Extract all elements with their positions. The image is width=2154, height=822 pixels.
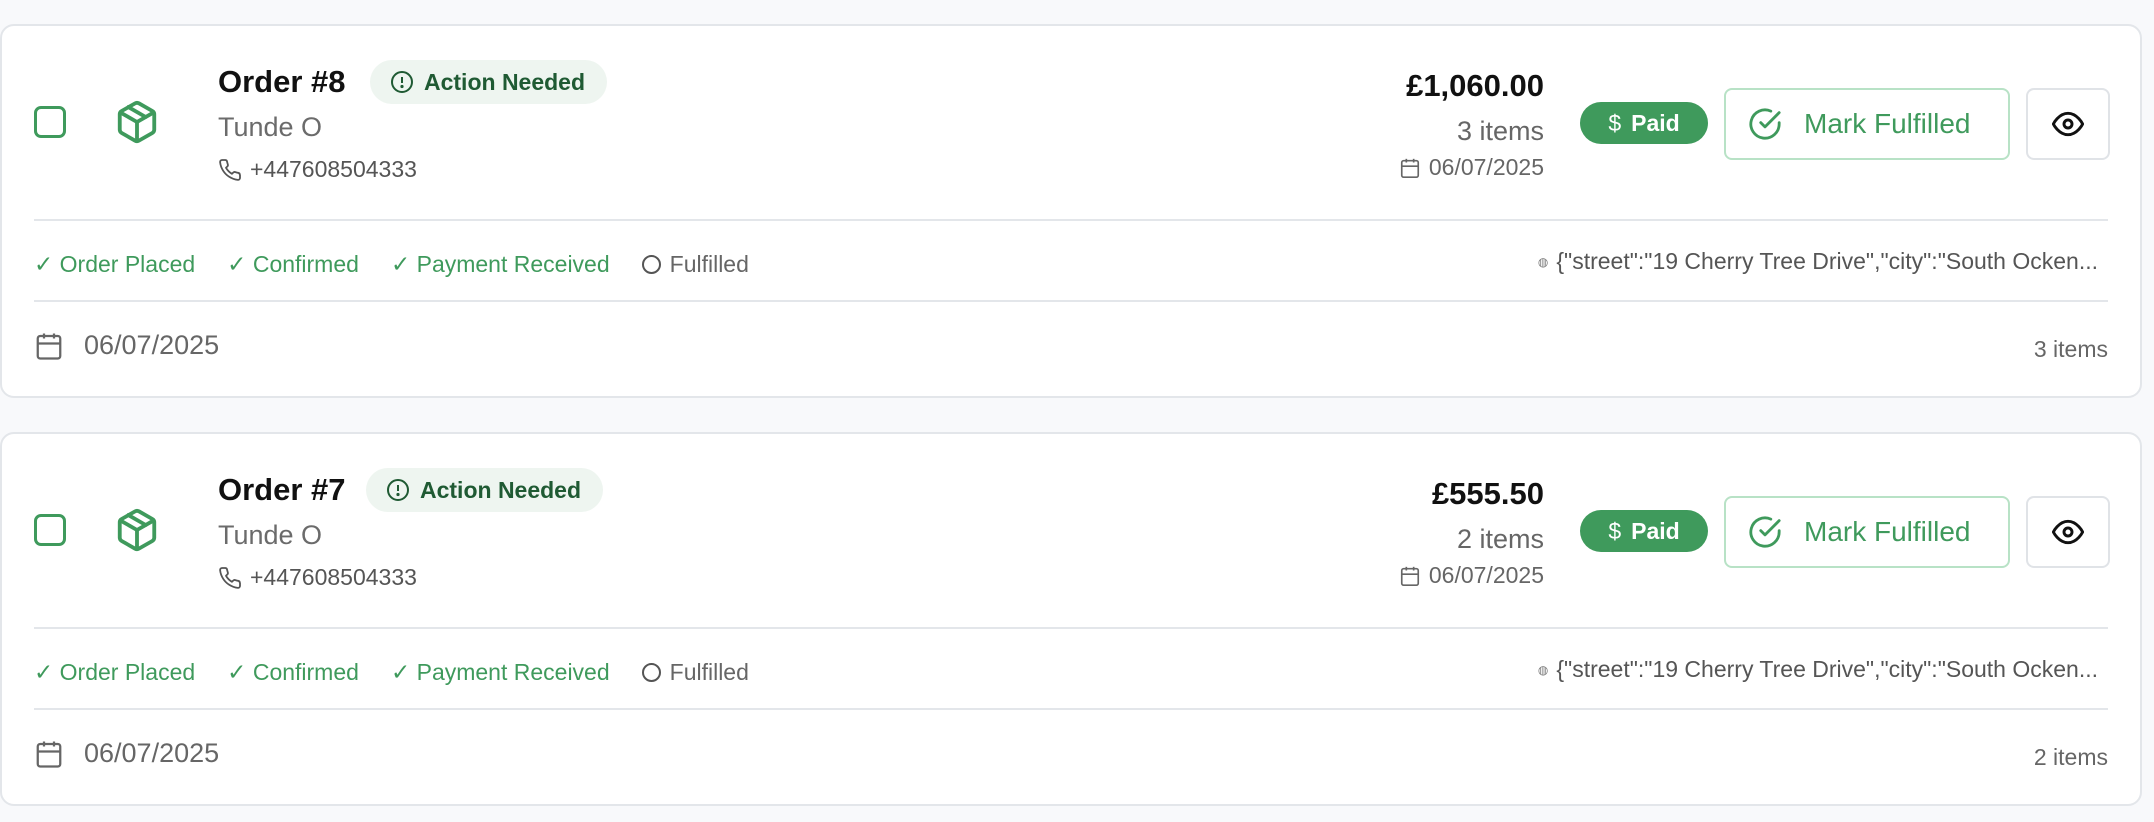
divider — [34, 627, 2108, 629]
calendar-icon — [36, 741, 62, 768]
order-card: Order #7 Action Needed Tunde O +44760850… — [0, 432, 2142, 806]
footer-date: 06/07/2025 — [34, 738, 219, 769]
customer-phone: +447608504333 — [218, 156, 417, 183]
address-text: {"street":"19 Cherry Tree Drive","city":… — [1556, 248, 2098, 274]
payment-status-label: Paid — [1631, 517, 1680, 544]
phone-icon — [219, 566, 241, 589]
customer-name: Tunde O — [218, 112, 323, 142]
footer-date: 06/07/2025 — [34, 330, 219, 361]
view-order-button[interactable] — [2026, 88, 2110, 160]
select-order-checkbox[interactable] — [34, 514, 66, 546]
step-fulfilled: Fulfilled — [641, 658, 749, 686]
action-needed-badge: Action Needed — [370, 60, 608, 104]
pending-circle-icon — [641, 662, 661, 682]
item-count: 3 items — [1456, 116, 1544, 146]
payment-status-label: Paid — [1631, 109, 1680, 136]
calendar-icon — [1400, 158, 1419, 178]
check-circle-icon — [1749, 108, 1781, 140]
divider — [34, 708, 2108, 710]
view-order-button[interactable] — [2026, 496, 2110, 568]
action-needed-badge: Action Needed — [366, 468, 604, 512]
order-date: 06/07/2025 — [1399, 562, 1544, 589]
order-progress: ✓ Order Placed ✓ Confirmed ✓ Payment Rec… — [34, 654, 781, 690]
calendar-icon — [1400, 566, 1419, 586]
package-icon — [117, 508, 157, 552]
step-fulfilled-label: Fulfilled — [669, 658, 749, 685]
shipping-address: ◍ {"street":"19 Cherry Tree Drive","city… — [1538, 248, 2098, 275]
mark-fulfilled-button[interactable]: Mark Fulfilled — [1724, 88, 2010, 160]
status-badge-label: Action Needed — [420, 476, 582, 503]
order-card: Order #8 Action Needed Tunde O +44760850… — [0, 24, 2142, 398]
address-text: {"street":"19 Cherry Tree Drive","city":… — [1556, 656, 2098, 682]
customer-phone: +447608504333 — [218, 564, 417, 591]
divider — [34, 300, 2108, 302]
step-payment-received: ✓ Payment Received — [390, 658, 610, 685]
map-pin-icon: ◍ — [1537, 254, 1549, 269]
mark-fulfilled-button[interactable]: Mark Fulfilled — [1724, 496, 2010, 568]
dollar-icon: $ — [1608, 109, 1622, 136]
order-date-text: 06/07/2025 — [1428, 154, 1544, 180]
select-order-checkbox[interactable] — [34, 106, 66, 138]
alert-circle-icon — [391, 71, 413, 93]
phone-number: +447608504333 — [250, 564, 417, 590]
shipping-address: ◍ {"street":"19 Cherry Tree Drive","city… — [1538, 656, 2098, 683]
calendar-icon — [36, 333, 62, 360]
status-badge-label: Action Needed — [424, 68, 586, 95]
divider — [34, 219, 2108, 221]
customer-name: Tunde O — [218, 520, 323, 550]
alert-circle-icon — [387, 479, 409, 501]
payment-status-badge: $ Paid — [1580, 510, 1708, 552]
step-confirmed: ✓ Confirmed — [227, 658, 359, 685]
footer-date-text: 06/07/2025 — [84, 330, 220, 360]
order-total: £555.50 — [1431, 476, 1544, 511]
mark-fulfilled-label: Mark Fulfilled — [1804, 516, 1971, 547]
step-fulfilled: Fulfilled — [641, 250, 749, 278]
step-order-placed: ✓ Order Placed — [34, 250, 196, 277]
order-date-text: 06/07/2025 — [1428, 562, 1544, 588]
package-icon — [117, 100, 157, 144]
step-order-placed: ✓ Order Placed — [34, 658, 196, 685]
footer-item-count: 3 items — [2033, 336, 2108, 362]
pending-circle-icon — [641, 254, 661, 274]
order-title: Order #8 — [218, 64, 346, 99]
payment-status-badge: $ Paid — [1580, 102, 1708, 144]
order-progress: ✓ Order Placed ✓ Confirmed ✓ Payment Rec… — [34, 246, 781, 282]
step-fulfilled-label: Fulfilled — [669, 250, 749, 277]
order-title: Order #7 — [218, 472, 346, 507]
dollar-icon: $ — [1608, 517, 1622, 544]
footer-date-text: 06/07/2025 — [84, 738, 220, 768]
eye-icon — [2052, 111, 2084, 137]
order-total: £1,060.00 — [1406, 68, 1544, 103]
map-pin-icon: ◍ — [1537, 662, 1549, 677]
eye-icon — [2052, 519, 2084, 545]
step-confirmed: ✓ Confirmed — [227, 250, 359, 277]
footer-item-count: 2 items — [2033, 744, 2108, 770]
order-date: 06/07/2025 — [1399, 154, 1544, 181]
mark-fulfilled-label: Mark Fulfilled — [1804, 108, 1971, 139]
phone-icon — [219, 158, 241, 181]
item-count: 2 items — [1456, 524, 1544, 554]
check-circle-icon — [1749, 516, 1781, 548]
step-payment-received: ✓ Payment Received — [390, 250, 610, 277]
phone-number: +447608504333 — [250, 156, 417, 182]
